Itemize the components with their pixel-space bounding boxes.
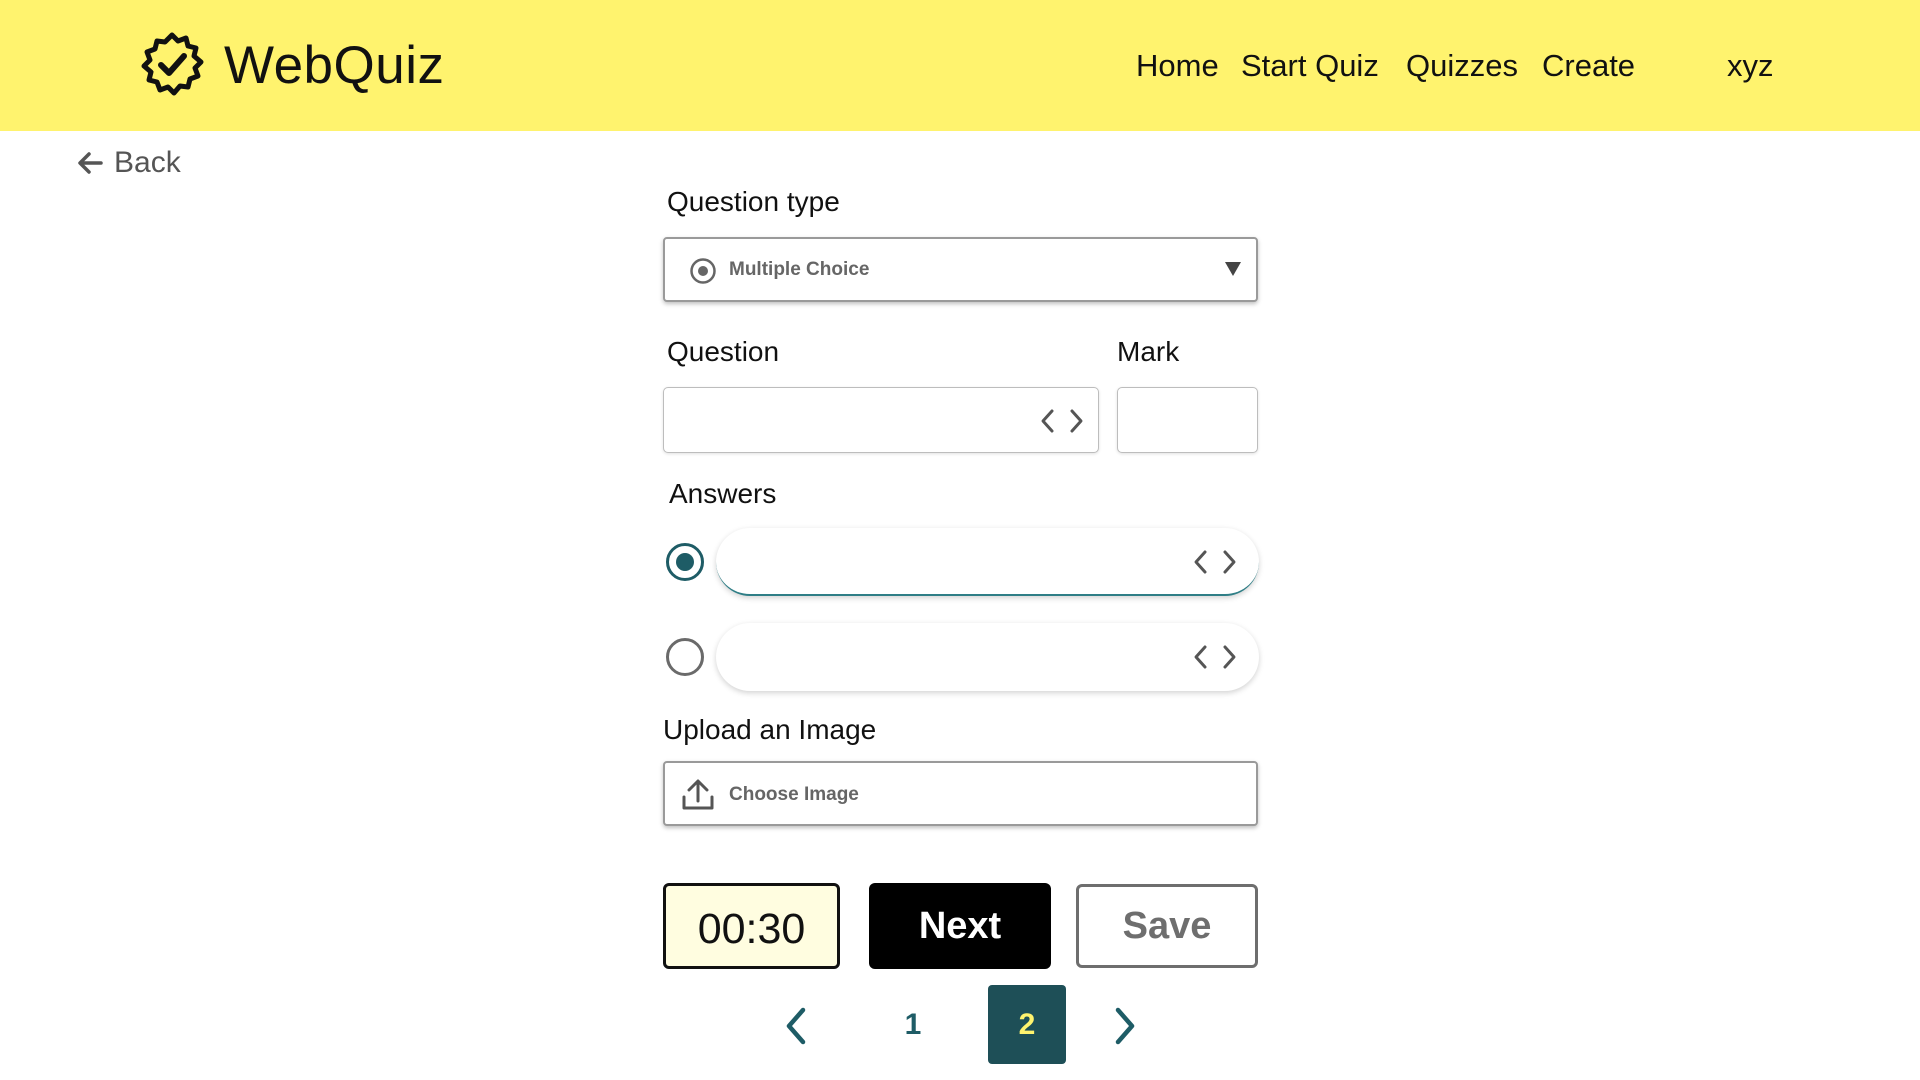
- save-button[interactable]: Save: [1076, 884, 1258, 968]
- caret-down-icon: [1225, 262, 1241, 276]
- nav-quizzes[interactable]: Quizzes: [1406, 46, 1518, 86]
- upload-icon: [682, 779, 714, 810]
- answer-radio-2[interactable]: [666, 638, 704, 676]
- choose-image-label: Choose Image: [729, 784, 859, 805]
- code-icon[interactable]: [1193, 644, 1237, 670]
- mark-input[interactable]: [1117, 387, 1258, 453]
- arrow-left-icon: [78, 152, 103, 174]
- nav-home[interactable]: Home: [1136, 46, 1219, 86]
- brand[interactable]: WebQuiz: [136, 28, 445, 102]
- user-name[interactable]: xyz: [1727, 46, 1774, 86]
- answer-radio-1[interactable]: [666, 543, 704, 581]
- answer-input-2[interactable]: [716, 623, 1259, 691]
- question-type-select[interactable]: Multiple Choice: [663, 237, 1258, 302]
- mark-label: Mark: [1117, 336, 1180, 367]
- upload-label: Upload an Image: [663, 714, 877, 745]
- next-button[interactable]: Next: [869, 883, 1051, 969]
- app-name: WebQuiz: [224, 35, 445, 95]
- chevron-left-icon[interactable]: [781, 1006, 811, 1046]
- nav-create[interactable]: Create: [1542, 46, 1635, 86]
- radio-button-icon: [690, 258, 716, 284]
- page-button-1[interactable]: 1: [874, 985, 952, 1064]
- question-input[interactable]: [663, 387, 1099, 453]
- choose-image-button[interactable]: Choose Image: [663, 761, 1258, 826]
- back-link[interactable]: Back: [76, 146, 181, 180]
- back-label: Back: [114, 146, 181, 179]
- code-icon[interactable]: [1193, 549, 1237, 575]
- app-header: WebQuiz Home Start Quiz Quizzes Create x…: [0, 0, 1920, 131]
- question-type-value: Multiple Choice: [729, 259, 870, 280]
- nav-start-quiz[interactable]: Start Quiz: [1241, 46, 1379, 86]
- question-type-label: Question type: [667, 186, 840, 217]
- gear-check-icon: [141, 32, 204, 96]
- chevron-right-icon[interactable]: [1110, 1006, 1140, 1046]
- timer-display: 00:30: [663, 883, 840, 969]
- answer-input-1[interactable]: [716, 528, 1259, 596]
- answers-label: Answers: [669, 478, 777, 509]
- page-button-2[interactable]: 2: [988, 985, 1066, 1064]
- code-icon[interactable]: [1040, 408, 1084, 434]
- question-label: Question: [667, 336, 780, 367]
